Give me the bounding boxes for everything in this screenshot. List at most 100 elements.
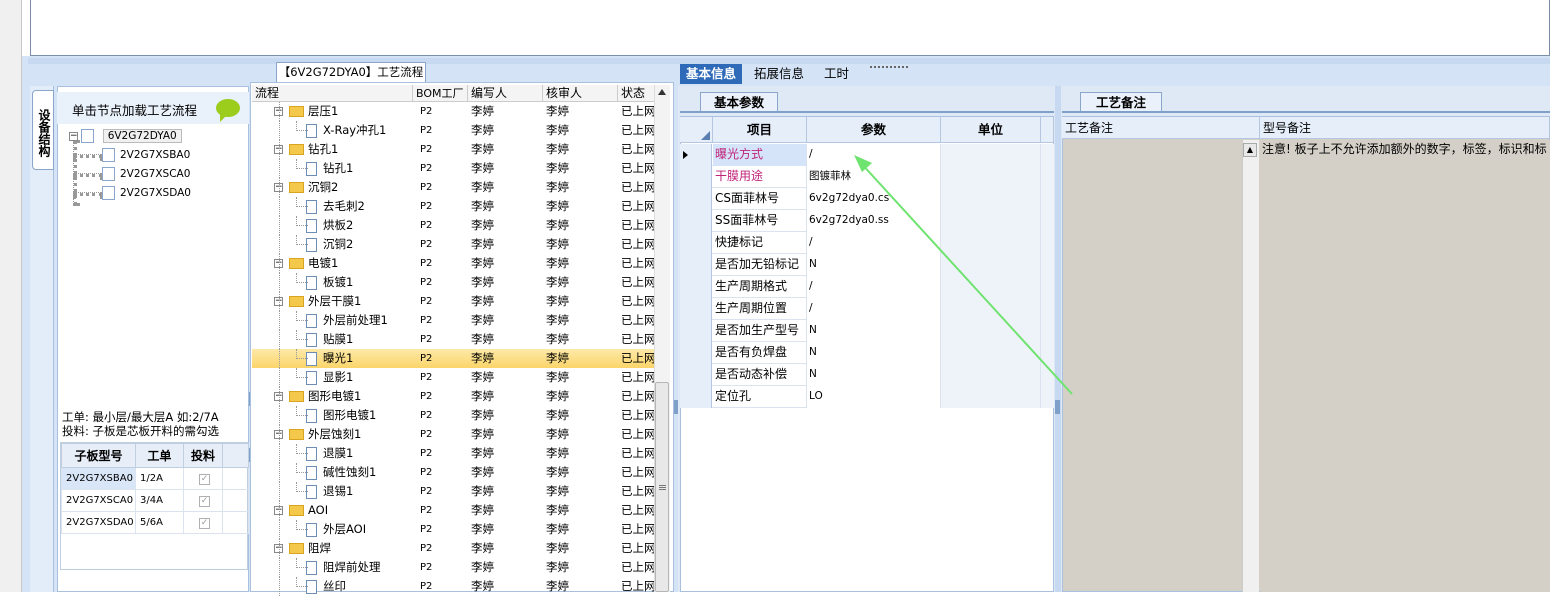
- process-name: 钻孔1: [323, 161, 354, 175]
- process-row[interactable]: X-Ray冲孔1 P2 李婷 李婷 已上网: [252, 121, 655, 140]
- row-header[interactable]: [680, 210, 712, 232]
- tree-guide: [279, 368, 280, 387]
- column-header[interactable]: 投料: [182, 443, 224, 468]
- column-header[interactable]: 编写人: [467, 85, 542, 102]
- process-row[interactable]: − 阻焊 P2 李婷 李婷 已上网: [252, 539, 655, 558]
- column-header[interactable]: 项目: [713, 117, 807, 143]
- process-row[interactable]: 显影1 P2 李婷 李婷 已上网: [252, 368, 655, 387]
- column-header[interactable]: 子板型号: [61, 443, 136, 468]
- notes-scrollbar[interactable]: [1242, 140, 1259, 592]
- process-row[interactable]: − 图形电镀1 P2 李婷 李婷 已上网: [252, 387, 655, 406]
- process-row[interactable]: 丝印 P2 李婷 李婷 已上网: [252, 577, 655, 596]
- row-header[interactable]: [680, 342, 712, 364]
- model-cell[interactable]: 2V2G7XSDA0: [61, 511, 136, 534]
- tab-process-flow[interactable]: 【6V2G72DYA0】工艺流程: [276, 62, 426, 82]
- tab-work-hours[interactable]: 工时: [818, 64, 855, 84]
- tab-basic-info[interactable]: 基本信息: [680, 64, 743, 84]
- model-cell[interactable]: 2V2G7XSBA0: [61, 467, 136, 490]
- table-row[interactable]: 2V2G7XSBA0 1/2A ✓: [61, 467, 249, 490]
- column-header[interactable]: 单位: [941, 117, 1041, 143]
- column-header[interactable]: 状态: [617, 85, 654, 102]
- row-header[interactable]: [680, 364, 712, 386]
- process-row[interactable]: − AOI P2 李婷 李婷 已上网: [252, 501, 655, 520]
- feed-checkbox[interactable]: ✓: [198, 495, 210, 507]
- process-row[interactable]: − 外层蚀刻1 P2 李婷 李婷 已上网: [252, 425, 655, 444]
- row-header[interactable]: [680, 298, 712, 320]
- tree-item-label: 2V2G7XSBA0: [120, 149, 191, 161]
- column-header[interactable]: 工艺备注: [1062, 117, 1260, 139]
- table-row[interactable]: 2V2G7XSDA0 5/6A ✓: [61, 511, 249, 534]
- process-name: 阻焊: [308, 541, 331, 555]
- process-row[interactable]: − 钻孔1 P2 李婷 李婷 已上网: [252, 140, 655, 159]
- process-row[interactable]: 退膜1 P2 李婷 李婷 已上网: [252, 444, 655, 463]
- process-row[interactable]: 贴膜1 P2 李婷 李婷 已上网: [252, 330, 655, 349]
- process-row[interactable]: 图形电镀1 P2 李婷 李婷 已上网: [252, 406, 655, 425]
- model-note-text[interactable]: 注意! 板子上不允许添加额外的数字，标签，标识和标: [1260, 140, 1550, 592]
- tree-guide: [279, 349, 280, 368]
- order-cell[interactable]: 1/2A: [134, 467, 184, 490]
- collapse-icon[interactable]: −: [69, 131, 78, 141]
- reviewer-cell: 李婷: [546, 427, 569, 441]
- scroll-up-icon[interactable]: [658, 89, 666, 95]
- row-header[interactable]: [680, 144, 712, 166]
- current-row-icon: [683, 151, 688, 159]
- splitter-grip-icon[interactable]: [870, 57, 930, 68]
- process-row[interactable]: 退锡1 P2 李婷 李婷 已上网: [252, 482, 655, 501]
- row-header[interactable]: [680, 188, 712, 210]
- process-row[interactable]: 外层AOI P2 李婷 李婷 已上网: [252, 520, 655, 539]
- column-header[interactable]: 参数: [807, 117, 941, 143]
- process-row[interactable]: 曝光1 P2 李婷 李婷 已上网: [252, 349, 655, 368]
- column-header[interactable]: 型号备注: [1260, 117, 1550, 139]
- factory-cell: P2: [420, 163, 433, 174]
- splitter-handle-icon[interactable]: [1055, 400, 1060, 414]
- status-cell: 已上网: [621, 522, 655, 536]
- tab-extended-info[interactable]: 拓展信息: [748, 64, 810, 84]
- table-row[interactable]: 2V2G7XSCA0 3/4A ✓: [61, 489, 249, 512]
- tree-guide: [296, 216, 308, 226]
- row-header[interactable]: [680, 232, 712, 254]
- status-cell: 已上网: [621, 560, 655, 574]
- process-row[interactable]: 板镀1 P2 李婷 李婷 已上网: [252, 273, 655, 292]
- process-row[interactable]: 碱性蚀刻1 P2 李婷 李婷 已上网: [252, 463, 655, 482]
- column-header[interactable]: 流程: [252, 85, 412, 102]
- feed-checkbox[interactable]: ✓: [198, 517, 210, 529]
- factory-cell: P2: [420, 258, 433, 269]
- tree-item[interactable]: 2V2G7XSCA0: [102, 165, 190, 183]
- tree-root[interactable]: − 6V2G72DYA0: [69, 127, 182, 145]
- row-header[interactable]: [680, 276, 712, 298]
- tab-process-notes[interactable]: 工艺备注: [1080, 92, 1162, 112]
- process-name: 沉铜2: [308, 180, 339, 194]
- row-header[interactable]: [680, 254, 712, 276]
- process-row[interactable]: 阻焊前处理 P2 李婷 李婷 已上网: [252, 558, 655, 577]
- process-row[interactable]: − 层压1 P2 李婷 李婷 已上网: [252, 102, 655, 121]
- row-header[interactable]: [680, 386, 712, 408]
- tab-device-structure[interactable]: 设备结构: [32, 90, 54, 170]
- factory-cell: P2: [420, 277, 433, 288]
- factory-cell: P2: [420, 410, 433, 421]
- reviewer-cell: 李婷: [546, 180, 569, 194]
- tree-item[interactable]: 2V2G7XSBA0: [102, 146, 190, 164]
- order-cell[interactable]: 3/4A: [134, 489, 184, 512]
- tree-item[interactable]: 2V2G7XSDA0: [102, 184, 191, 202]
- process-row[interactable]: 烘板2 P2 李婷 李婷 已上网: [252, 216, 655, 235]
- tab-basic-params[interactable]: 基本参数: [700, 92, 778, 112]
- tree-guide: [279, 159, 280, 178]
- process-row[interactable]: 去毛刺2 P2 李婷 李婷 已上网: [252, 197, 655, 216]
- process-row[interactable]: 外层前处理1 P2 李婷 李婷 已上网: [252, 311, 655, 330]
- reviewer-cell: 李婷: [546, 541, 569, 555]
- feed-checkbox[interactable]: ✓: [198, 473, 210, 485]
- model-cell[interactable]: 2V2G7XSCA0: [61, 489, 136, 512]
- scrollbar-thumb[interactable]: [655, 382, 669, 592]
- column-header[interactable]: 工单: [134, 443, 184, 468]
- process-row[interactable]: − 沉铜2 P2 李婷 李婷 已上网: [252, 178, 655, 197]
- order-cell[interactable]: 5/6A: [134, 511, 184, 534]
- process-row[interactable]: 钻孔1 P2 李婷 李婷 已上网: [252, 159, 655, 178]
- process-row[interactable]: 沉铜2 P2 李婷 李婷 已上网: [252, 235, 655, 254]
- scroll-up-icon[interactable]: ▲: [1243, 143, 1257, 157]
- process-row[interactable]: − 电镀1 P2 李婷 李婷 已上网: [252, 254, 655, 273]
- process-row[interactable]: − 外层干膜1 P2 李婷 李婷 已上网: [252, 292, 655, 311]
- column-header[interactable]: 核审人: [542, 85, 617, 102]
- row-header[interactable]: [680, 166, 712, 188]
- column-header[interactable]: BOM工厂: [412, 85, 467, 102]
- row-header[interactable]: [680, 320, 712, 342]
